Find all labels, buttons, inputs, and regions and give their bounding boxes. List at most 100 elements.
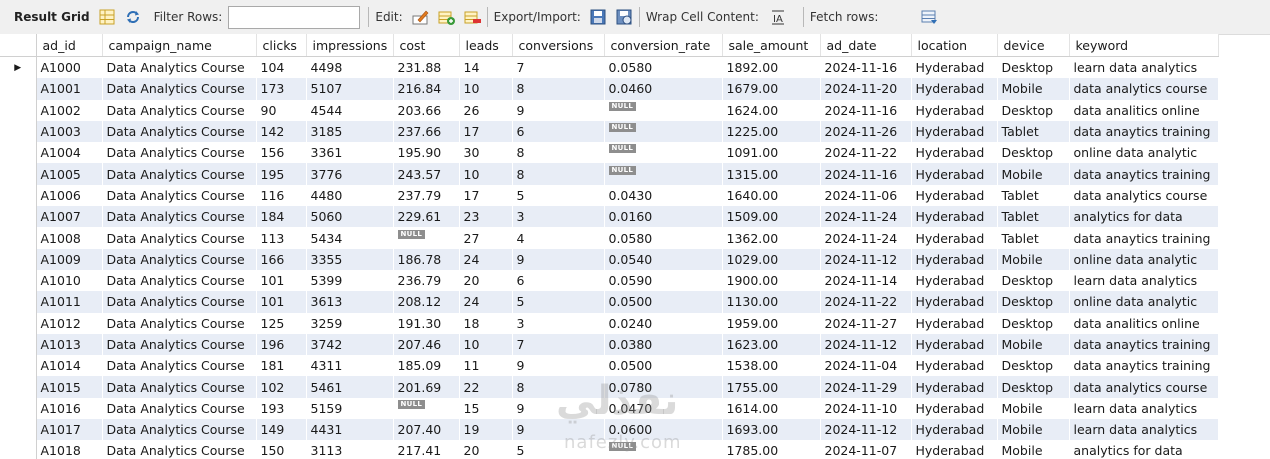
cell-conversion-rate[interactable]: 0.0500 bbox=[604, 355, 723, 377]
cell-leads[interactable]: 17 bbox=[459, 120, 513, 143]
cell-sale-amount[interactable]: 1362.00 bbox=[722, 227, 821, 249]
cell-conversion-rate[interactable]: 0.0160 bbox=[604, 206, 723, 228]
cell-conversions[interactable]: 6 bbox=[512, 269, 605, 292]
cell-clicks[interactable]: 125 bbox=[256, 312, 307, 334]
cell-leads[interactable]: 10 bbox=[459, 78, 513, 100]
cell-campaign-name[interactable]: Data Analytics Course bbox=[102, 312, 257, 334]
cell-campaign-name[interactable]: Data Analytics Course bbox=[102, 184, 257, 207]
cell-sale-amount[interactable]: 1509.00 bbox=[722, 206, 821, 228]
cell-keyword[interactable]: data analytics course bbox=[1069, 78, 1219, 100]
row-marker[interactable] bbox=[0, 440, 37, 459]
table-row[interactable]: A1012 Data Analytics Course 125 3259 191.30 1… bbox=[0, 312, 1219, 334]
cell-ad-id[interactable]: A1017 bbox=[36, 419, 103, 441]
cell-conversions[interactable]: 5 bbox=[512, 440, 605, 459]
cell-ad-id[interactable]: A1005 bbox=[36, 163, 103, 185]
cell-conversion-rate[interactable]: NULL bbox=[604, 440, 723, 459]
cell-campaign-name[interactable]: Data Analytics Course bbox=[102, 376, 257, 398]
cell-location[interactable]: Hyderabad bbox=[911, 376, 998, 398]
cell-clicks[interactable]: 184 bbox=[256, 206, 307, 228]
column-header-conversions[interactable]: conversions bbox=[512, 34, 605, 57]
cell-conversions[interactable]: 8 bbox=[512, 142, 605, 164]
cell-sale-amount[interactable]: 1785.00 bbox=[722, 440, 821, 459]
cell-ad-date[interactable]: 2024-11-20 bbox=[820, 78, 912, 100]
cell-keyword[interactable]: learn data analytics bbox=[1069, 56, 1219, 79]
cell-keyword[interactable]: data anaytics training bbox=[1069, 333, 1219, 356]
cell-ad-id[interactable]: A1016 bbox=[36, 397, 103, 420]
cell-keyword[interactable]: online data analytic bbox=[1069, 291, 1219, 313]
cell-leads[interactable]: 18 bbox=[459, 312, 513, 334]
table-row[interactable]: A1006 Data Analytics Course 116 4480 237.79 1… bbox=[0, 184, 1219, 207]
cell-clicks[interactable]: 116 bbox=[256, 184, 307, 207]
cell-ad-date[interactable]: 2024-11-06 bbox=[820, 184, 912, 207]
fetch-rows-icon[interactable] bbox=[920, 8, 938, 26]
table-row[interactable]: A1014 Data Analytics Course 181 4311 185.09 1… bbox=[0, 355, 1219, 377]
cell-ad-date[interactable]: 2024-11-04 bbox=[820, 355, 912, 377]
table-row[interactable]: A1011 Data Analytics Course 101 3613 208.12 2… bbox=[0, 291, 1219, 313]
cell-campaign-name[interactable]: Data Analytics Course bbox=[102, 419, 257, 441]
column-header-sale-amount[interactable]: sale_amount bbox=[722, 34, 821, 57]
table-row[interactable]: A1008 Data Analytics Course 113 5434 NULL 27 4… bbox=[0, 227, 1219, 249]
cell-conversions[interactable]: 7 bbox=[512, 56, 605, 79]
cell-ad-id[interactable]: A1001 bbox=[36, 78, 103, 100]
cell-ad-date[interactable]: 2024-11-12 bbox=[820, 248, 912, 270]
cell-device[interactable]: Tablet bbox=[997, 184, 1070, 207]
row-marker[interactable] bbox=[0, 376, 37, 398]
cell-leads[interactable]: 20 bbox=[459, 269, 513, 292]
cell-leads[interactable]: 20 bbox=[459, 440, 513, 459]
cell-sale-amount[interactable]: 1091.00 bbox=[722, 142, 821, 164]
cell-campaign-name[interactable]: Data Analytics Course bbox=[102, 120, 257, 143]
cell-conversion-rate[interactable]: 0.0600 bbox=[604, 419, 723, 441]
table-row[interactable]: ▶ A1000 Data Analytics Course 104 4498 231.88… bbox=[0, 56, 1219, 79]
cell-ad-id[interactable]: A1014 bbox=[36, 355, 103, 377]
cell-impressions[interactable]: 3776 bbox=[306, 163, 394, 185]
cell-keyword[interactable]: data analitics online bbox=[1069, 312, 1219, 334]
cell-device[interactable]: Mobile bbox=[997, 248, 1070, 270]
column-header-location[interactable]: location bbox=[911, 34, 998, 57]
column-header-cost[interactable]: cost bbox=[393, 34, 460, 57]
cell-conversions[interactable]: 5 bbox=[512, 184, 605, 207]
cell-clicks[interactable]: 90 bbox=[256, 99, 307, 121]
row-marker[interactable] bbox=[0, 419, 37, 441]
cell-clicks[interactable]: 101 bbox=[256, 269, 307, 292]
cell-sale-amount[interactable]: 1900.00 bbox=[722, 269, 821, 292]
cell-impressions[interactable]: 4544 bbox=[306, 99, 394, 121]
cell-ad-id[interactable]: A1007 bbox=[36, 206, 103, 228]
table-row[interactable]: A1018 Data Analytics Course 150 3113 217.41 2… bbox=[0, 440, 1219, 459]
cell-keyword[interactable]: data anaytics training bbox=[1069, 227, 1219, 249]
cell-conversion-rate[interactable]: NULL bbox=[604, 163, 723, 185]
cell-leads[interactable]: 10 bbox=[459, 333, 513, 356]
row-marker[interactable] bbox=[0, 312, 37, 334]
cell-cost[interactable]: 207.40 bbox=[393, 419, 460, 441]
cell-conversion-rate[interactable]: 0.0580 bbox=[604, 56, 723, 79]
cell-leads[interactable]: 27 bbox=[459, 227, 513, 249]
cell-device[interactable]: Mobile bbox=[997, 333, 1070, 356]
cell-clicks[interactable]: 104 bbox=[256, 56, 307, 79]
cell-ad-date[interactable]: 2024-11-10 bbox=[820, 397, 912, 420]
cell-impressions[interactable]: 5060 bbox=[306, 206, 394, 228]
table-row[interactable]: A1005 Data Analytics Course 195 3776 243.57 1… bbox=[0, 163, 1219, 185]
row-marker[interactable] bbox=[0, 206, 37, 228]
cell-sale-amount[interactable]: 1130.00 bbox=[722, 291, 821, 313]
cell-conversions[interactable]: 9 bbox=[512, 248, 605, 270]
cell-cost[interactable]: 203.66 bbox=[393, 99, 460, 121]
cell-cost[interactable]: 201.69 bbox=[393, 376, 460, 398]
cell-campaign-name[interactable]: Data Analytics Course bbox=[102, 206, 257, 228]
column-header-leads[interactable]: leads bbox=[459, 34, 513, 57]
cell-ad-id[interactable]: A1011 bbox=[36, 291, 103, 313]
cell-campaign-name[interactable]: Data Analytics Course bbox=[102, 397, 257, 420]
cell-impressions[interactable]: 5434 bbox=[306, 227, 394, 249]
cell-ad-date[interactable]: 2024-11-16 bbox=[820, 56, 912, 79]
cell-ad-date[interactable]: 2024-11-12 bbox=[820, 419, 912, 441]
cell-ad-date[interactable]: 2024-11-24 bbox=[820, 227, 912, 249]
import-icon[interactable] bbox=[615, 8, 633, 26]
cell-conversions[interactable]: 9 bbox=[512, 419, 605, 441]
cell-keyword[interactable]: analytics for data bbox=[1069, 206, 1219, 228]
cell-ad-date[interactable]: 2024-11-16 bbox=[820, 99, 912, 121]
cell-device[interactable]: Desktop bbox=[997, 312, 1070, 334]
cell-device[interactable]: Desktop bbox=[997, 99, 1070, 121]
cell-campaign-name[interactable]: Data Analytics Course bbox=[102, 142, 257, 164]
cell-conversions[interactable]: 3 bbox=[512, 206, 605, 228]
column-header-keyword[interactable]: keyword bbox=[1069, 34, 1219, 57]
cell-clicks[interactable]: 195 bbox=[256, 163, 307, 185]
column-header-clicks[interactable]: clicks bbox=[256, 34, 307, 57]
